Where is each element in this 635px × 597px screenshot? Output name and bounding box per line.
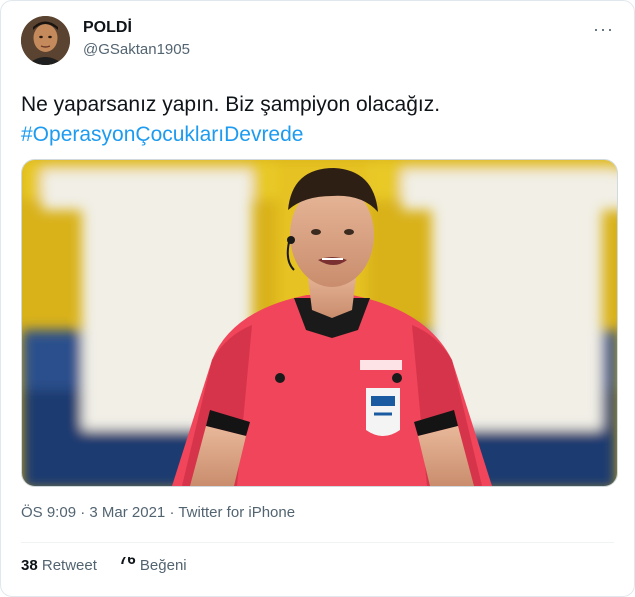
retweets-stat[interactable]: 38 Retweet [21, 557, 97, 574]
hashtag-link[interactable]: #OperasyonÇocuklarıDevrede [21, 120, 440, 150]
retweets-count: 38 [21, 557, 38, 574]
display-name[interactable]: POLDİ [83, 19, 132, 37]
likes-stat[interactable]: 76 Beğeni [119, 557, 187, 574]
tweet-date[interactable]: 3 Mar 2021 [89, 504, 165, 521]
tweet-card: POLDİ @GSaktan1905 ··· Ne yaparsanız yap… [0, 0, 635, 597]
tweet-time[interactable]: ÖS 9:09 [21, 504, 76, 521]
likes-count: 76 [119, 557, 136, 567]
meta-separator: · [165, 504, 179, 521]
more-options-icon[interactable]: ··· [593, 19, 614, 40]
tweet-source[interactable]: Twitter for iPhone [178, 504, 295, 521]
tweet-body: Ne yaparsanız yapın. Biz şampiyon olacağ… [21, 93, 441, 116]
retweets-label: Retweet [41, 557, 97, 574]
divider [21, 542, 614, 543]
user-handle[interactable]: @GSaktan1905 [83, 41, 190, 58]
meta-separator: · [76, 504, 90, 521]
avatar-image [21, 16, 70, 65]
referee-photo [22, 160, 617, 486]
likes-label: Beğeni [139, 557, 187, 574]
tweet-text: Ne yaparsanız yapın. Biz şampiyon olacağ… [21, 90, 440, 150]
tweet-stats: 38 Retweet 76 Beğeni [21, 557, 205, 596]
avatar[interactable] [21, 16, 70, 65]
tweet-meta: ÖS 9:09 · 3 Mar 2021 · Twitter for iPhon… [21, 504, 295, 521]
tweet-media-image[interactable] [21, 159, 618, 487]
